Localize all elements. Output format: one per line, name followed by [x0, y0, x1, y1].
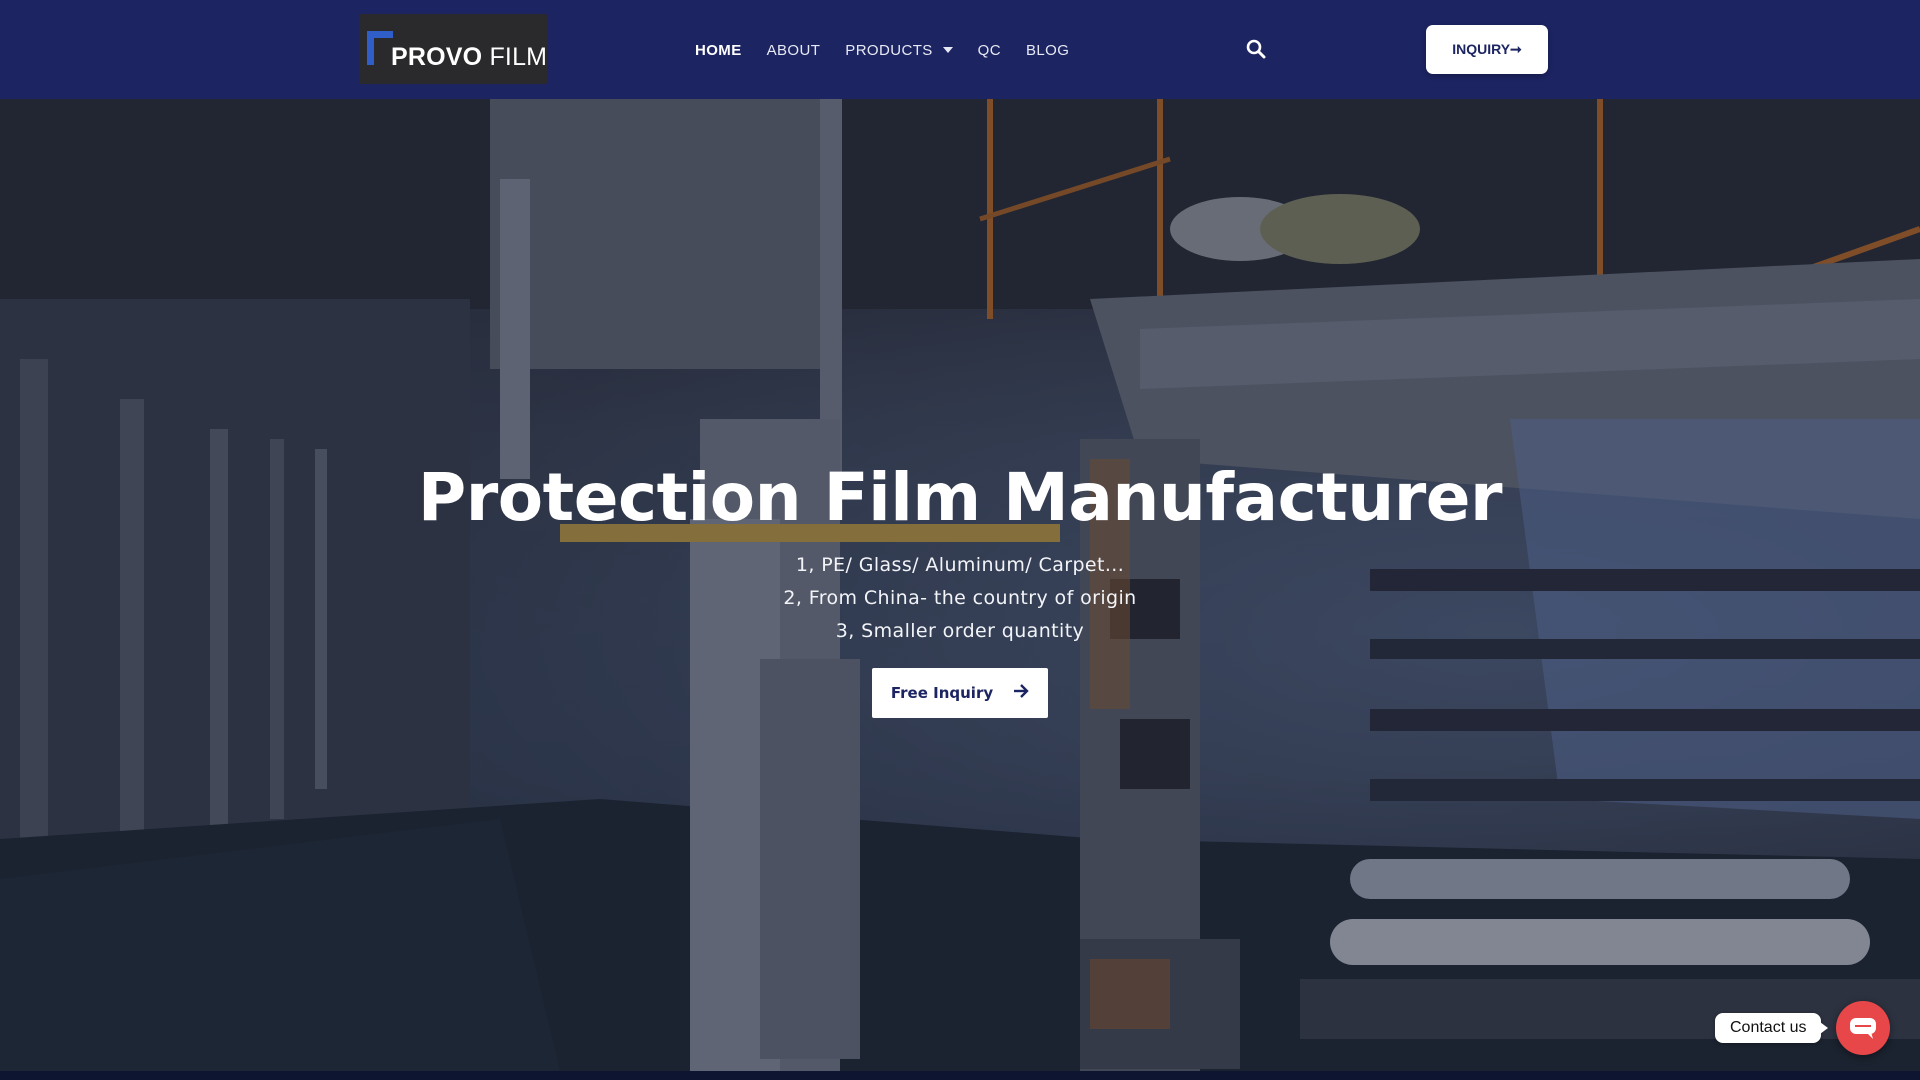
chat-bubble-icon[interactable]: [1836, 1001, 1890, 1055]
chevron-down-icon: [942, 47, 953, 53]
hero-bullet-2: 2, From China- the country of origin: [783, 587, 1137, 609]
hero-content: Protection Film Manufacturer 1, PE/ Glas…: [0, 99, 1920, 1071]
main-nav: HOME ABOUT PRODUCTS QC BLOG: [695, 38, 1094, 62]
nav-item-products[interactable]: PRODUCTS: [845, 41, 953, 59]
nav-item-blog[interactable]: BLOG: [1026, 42, 1069, 59]
search-icon[interactable]: [1246, 39, 1266, 59]
site-header: PROVO FILM HOME ABOUT PRODUCTS QC BLOG I…: [0, 0, 1920, 99]
hero-title: Protection Film Manufacturer: [417, 459, 1503, 536]
free-inquiry-label: Free Inquiry: [890, 684, 994, 702]
hero-bullet-1: 1, PE/ Glass/ Aluminum/ Carpet...: [795, 554, 1125, 576]
nav-item-label: PRODUCTS: [845, 41, 933, 59]
nav-item-about[interactable]: ABOUT: [767, 42, 821, 59]
hero-bullet-3: 3, Smaller order quantity: [835, 620, 1085, 642]
nav-item-label: BLOG: [1025, 41, 1070, 59]
inquiry-button[interactable]: INQUIRY➞: [1426, 25, 1548, 74]
logo-brand-light: FILM: [489, 43, 548, 71]
arrow-right-icon: [1013, 684, 1029, 702]
contact-us-label[interactable]: Contact us: [1715, 1013, 1830, 1043]
nav-item-home[interactable]: HOME: [695, 42, 742, 59]
free-inquiry-button[interactable]: Free Inquiry: [872, 668, 1048, 718]
logo-text: PROVO FILM: [391, 43, 547, 72]
nav-item-label: HOME: [695, 41, 742, 59]
nav-item-label: ABOUT: [766, 41, 821, 59]
nav-item-label: QC: [977, 41, 1001, 59]
logo-mark-icon: [367, 31, 393, 65]
hero-section: Protection Film Manufacturer 1, PE/ Glas…: [0, 99, 1920, 1071]
nav-item-qc[interactable]: QC: [978, 42, 1001, 59]
logo-brand-bold: PROVO: [391, 43, 483, 71]
site-logo[interactable]: PROVO FILM: [359, 14, 547, 84]
